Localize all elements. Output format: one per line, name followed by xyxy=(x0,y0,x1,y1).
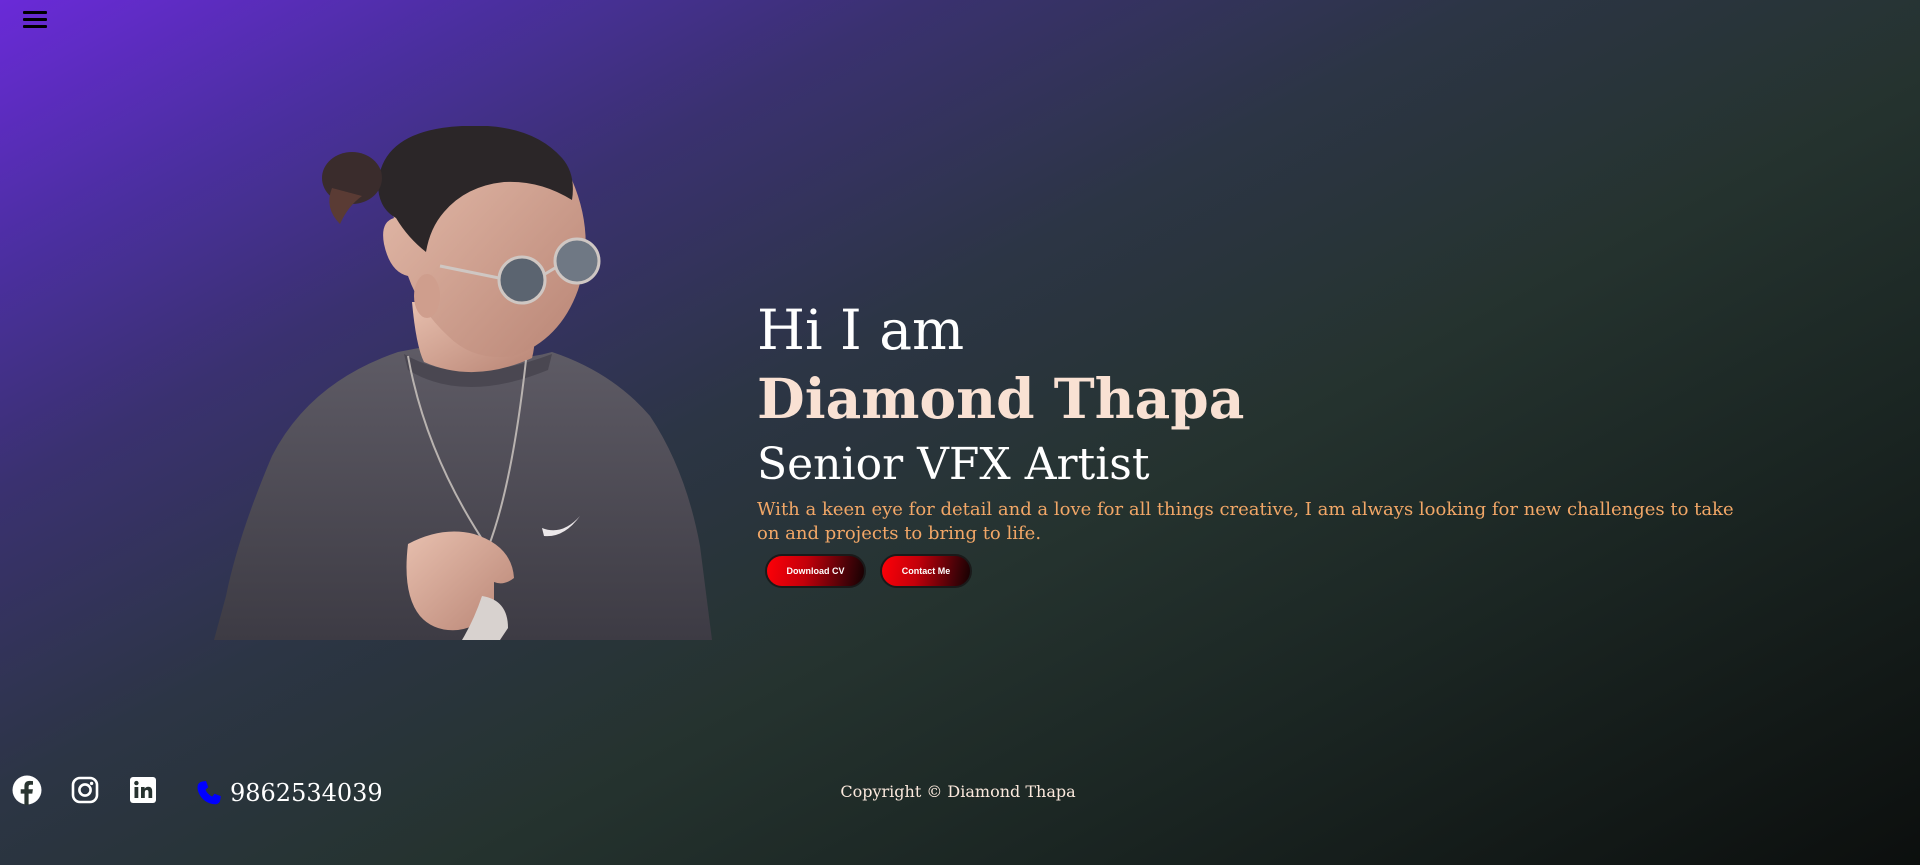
hero-buttons: Download CV Contact Me xyxy=(765,554,1757,588)
hamburger-menu-icon[interactable] xyxy=(23,10,47,30)
profile-portrait xyxy=(214,126,712,640)
copyright-text: Copyright © Diamond Thapa xyxy=(840,782,1076,801)
hero-greeting: Hi I am xyxy=(757,298,965,362)
contact-me-button[interactable]: Contact Me xyxy=(880,554,972,588)
hero-section: Hi I am Diamond Thapa Senior VFX Artist … xyxy=(757,296,1757,588)
hero-role: Senior VFX Artist xyxy=(757,439,1150,490)
hero-name: Diamond Thapa xyxy=(757,366,1245,431)
hero-intro: With a keen eye for detail and a love fo… xyxy=(757,499,1734,544)
download-cv-button[interactable]: Download CV xyxy=(765,554,866,588)
